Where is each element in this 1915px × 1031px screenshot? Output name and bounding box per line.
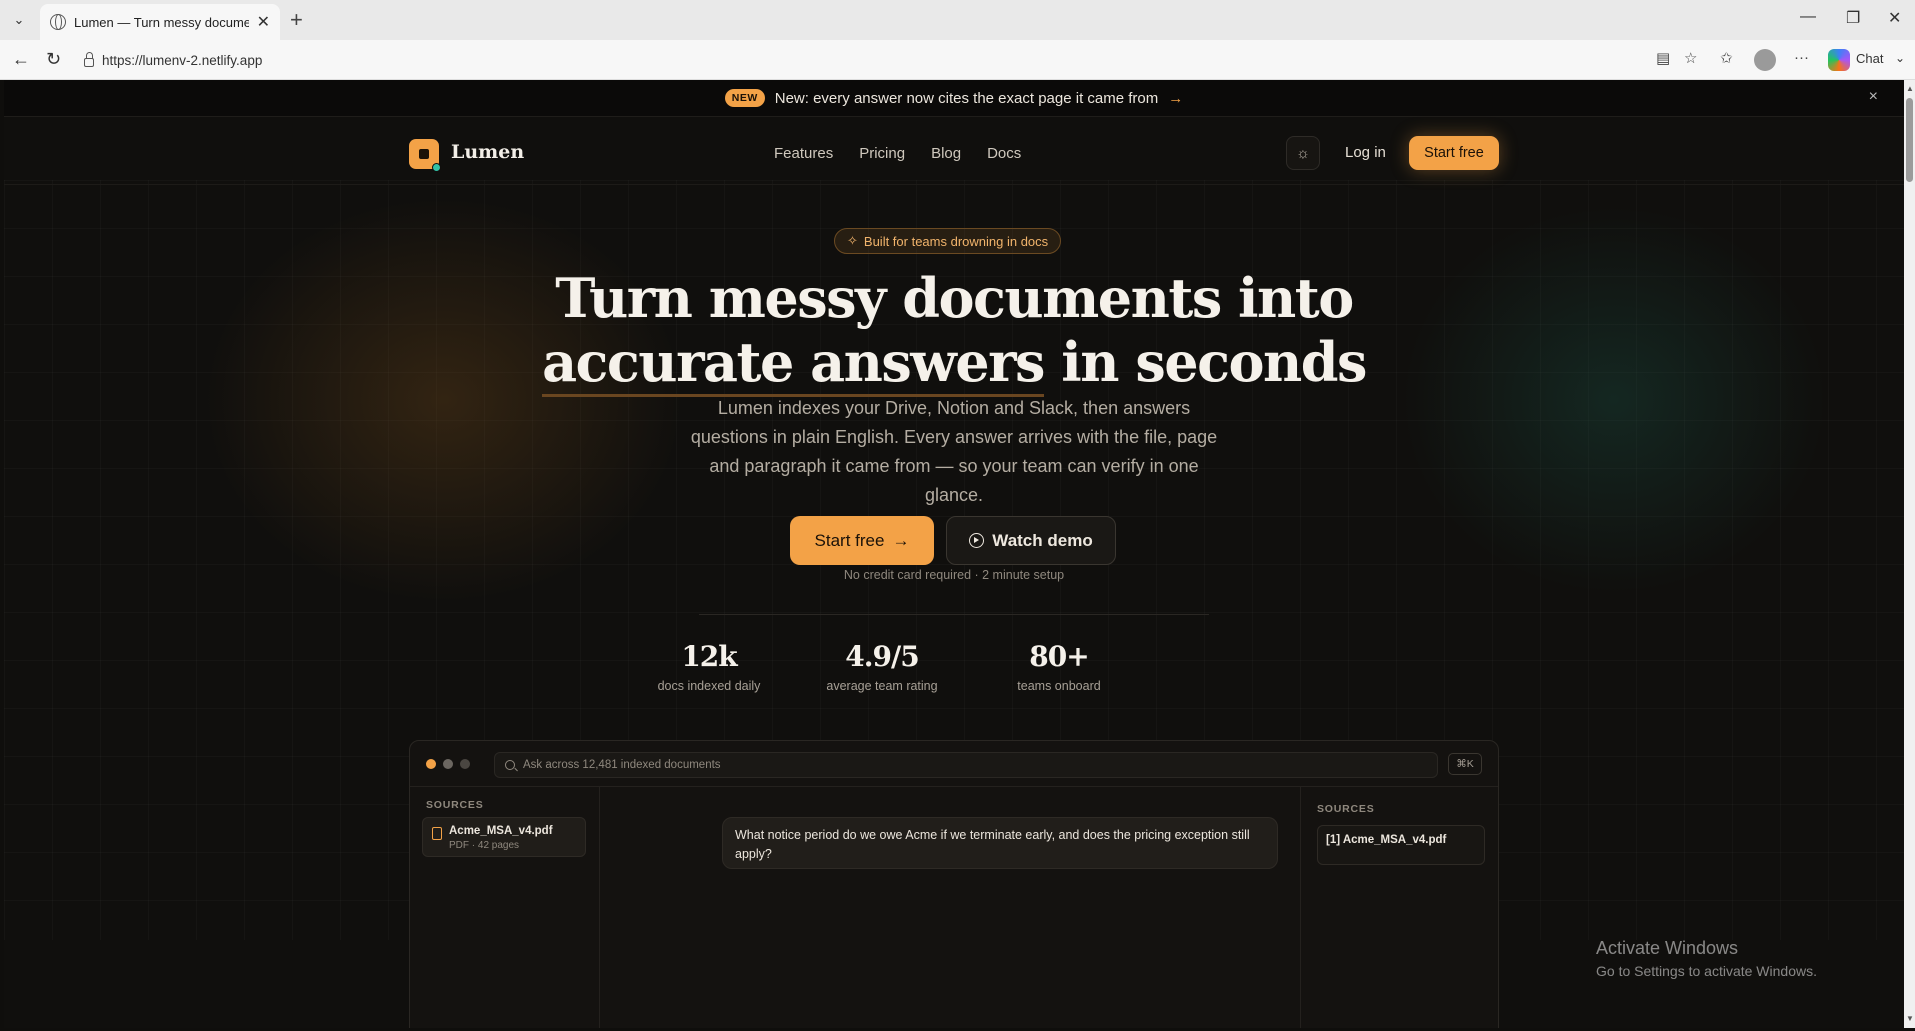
- browser-tab-strip: ⌄ Lumen — Turn messy documents into accu…: [0, 0, 1915, 40]
- preview-search-placeholder: Ask across 12,481 indexed documents: [523, 759, 721, 771]
- tab-title: Lumen — Turn messy documents into accura…: [74, 14, 249, 30]
- window-close-icon[interactable]: ✕: [1888, 8, 1901, 28]
- globe-icon: [50, 14, 66, 30]
- tab-list-chevron-icon[interactable]: ⌄: [6, 8, 32, 32]
- windows-activation-watermark: Activate Windows Go to Settings to activ…: [1596, 938, 1817, 979]
- document-icon: [432, 827, 442, 840]
- logo-status-dot: [432, 163, 441, 172]
- preview-search-input[interactable]: Ask across 12,481 indexed documents: [494, 752, 1438, 778]
- page-scrollbar[interactable]: ▲ ▼: [1904, 80, 1915, 1028]
- play-icon: [969, 533, 985, 548]
- start-free-label: Start free: [814, 530, 885, 550]
- reader-view-icon[interactable]: ▤: [1656, 49, 1670, 67]
- teal-glow: [1384, 190, 1844, 610]
- app-preview: Ask across 12,481 indexed documents ⌘K S…: [409, 740, 1499, 1028]
- activation-subtitle: Go to Settings to activate Windows.: [1596, 963, 1817, 979]
- window-dot-amber: [426, 759, 436, 769]
- restore-icon[interactable]: ❐: [1846, 8, 1860, 28]
- url-text: https://lumenv-2.netlify.app: [102, 52, 263, 68]
- browser-tab[interactable]: Lumen — Turn messy documents into accura…: [40, 4, 280, 40]
- more-menu-icon[interactable]: ···: [1794, 49, 1809, 66]
- back-arrow-icon[interactable]: ←: [12, 48, 30, 70]
- stat-label: average team rating: [826, 679, 938, 693]
- window-dot-dark: [460, 759, 470, 769]
- hero-title-highlight: accurate answers: [542, 330, 1045, 397]
- hero-pill-text: Built for teams drowning in docs: [863, 233, 1049, 249]
- sun-icon: ☼: [1296, 144, 1310, 162]
- stat-label: teams onboard: [1017, 679, 1101, 693]
- favorite-star-icon[interactable]: ☆: [1684, 49, 1697, 67]
- shortcut-badge: ⌘K: [1448, 753, 1482, 775]
- preview-citations-panel: SOURCES [1] Acme_MSA_v4.pdf: [1300, 787, 1500, 1028]
- lock-icon: [84, 51, 94, 67]
- stat-docs: 12k docs indexed daily: [634, 640, 784, 693]
- search-icon: [505, 760, 515, 770]
- favorites-list-icon[interactable]: ✩: [1720, 49, 1733, 67]
- hero-title-line2: in seconds: [1043, 330, 1367, 394]
- new-tab-plus-icon[interactable]: +: [290, 8, 303, 32]
- minimize-icon[interactable]: —: [1800, 8, 1816, 26]
- hero-title-line1: Turn messy documents into: [555, 266, 1354, 330]
- announcement-text[interactable]: New: every answer now cites the exact pa…: [775, 90, 1159, 107]
- scroll-up-icon[interactable]: ▲: [1906, 84, 1914, 93]
- arrow-right-icon: →: [1168, 89, 1184, 107]
- nav-start-free-button[interactable]: Start free: [1409, 136, 1499, 170]
- login-link[interactable]: Log in: [1345, 144, 1386, 161]
- site-nav: Lumen Features Pricing Blog Docs ☼ Log i…: [4, 117, 1904, 185]
- address-bar[interactable]: https://lumenv-2.netlify.app: [78, 46, 1638, 74]
- new-badge: NEW: [724, 89, 765, 107]
- brand-name[interactable]: Lumen: [451, 141, 524, 163]
- nav-link-features[interactable]: Features: [774, 145, 833, 162]
- nav-link-pricing[interactable]: Pricing: [859, 145, 905, 162]
- profile-avatar[interactable]: [1754, 49, 1776, 71]
- hero-pill: ✧ Built for teams drowning in docs: [834, 228, 1062, 254]
- scroll-down-icon[interactable]: ▼: [1906, 1014, 1914, 1023]
- start-free-button[interactable]: Start free →: [790, 516, 934, 565]
- source-name: Acme_MSA_v4.pdf: [449, 825, 553, 837]
- stat-label: docs indexed daily: [657, 679, 761, 693]
- app-preview-titlebar: Ask across 12,481 indexed documents ⌘K: [410, 741, 1498, 787]
- citations-heading: SOURCES: [1317, 803, 1375, 815]
- source-item[interactable]: Acme_MSA_v4.pdf PDF · 42 pages: [422, 817, 586, 857]
- reload-icon[interactable]: ↻: [46, 48, 61, 70]
- sources-heading: SOURCES: [426, 799, 484, 811]
- scroll-thumb[interactable]: [1906, 98, 1913, 182]
- sparkle-icon: ✧: [847, 233, 858, 248]
- chat-label[interactable]: Chat: [1856, 51, 1883, 66]
- nav-link-blog[interactable]: Blog: [931, 145, 961, 162]
- page-viewport: NEW New: every answer now cites the exac…: [4, 80, 1904, 1028]
- stat-teams: 80+ teams onboard: [984, 640, 1134, 693]
- stat-value: 80+: [1029, 640, 1089, 673]
- watch-demo-label: Watch demo: [992, 530, 1093, 550]
- source-meta: PDF · 42 pages: [449, 840, 520, 851]
- copilot-icon[interactable]: [1828, 49, 1850, 71]
- hero-subtitle: Lumen indexes your Drive, Notion and Sla…: [690, 398, 1218, 505]
- theme-toggle-button[interactable]: ☼: [1286, 136, 1320, 170]
- tab-close-icon[interactable]: ✕: [257, 12, 270, 32]
- arrow-right-icon: →: [892, 530, 910, 550]
- stat-value: 4.9/5: [845, 640, 919, 673]
- preview-sources-panel: SOURCES Acme_MSA_v4.pdf PDF · 42 pages: [410, 787, 600, 1028]
- window-dot-gray: [443, 759, 453, 769]
- question-bubble: What notice period do we owe Acme if we …: [722, 817, 1278, 869]
- nav-links: Features Pricing Blog Docs: [774, 145, 1021, 162]
- browser-toolbar: ← ↻ https://lumenv-2.netlify.app ▤ ☆ ✩ ·…: [0, 40, 1915, 80]
- announcement-close-icon[interactable]: ×: [1869, 88, 1878, 106]
- citation-item[interactable]: [1] Acme_MSA_v4.pdf: [1317, 825, 1485, 865]
- hero-title: Turn messy documents into accurate answe…: [454, 266, 1454, 397]
- watch-demo-button[interactable]: Watch demo: [946, 516, 1116, 565]
- fine-print: No credit card required · 2 minute setup: [843, 568, 1065, 582]
- activation-title: Activate Windows: [1596, 938, 1739, 958]
- announcement-bar[interactable]: NEW New: every answer now cites the exac…: [4, 80, 1904, 117]
- amber-glow: [184, 180, 704, 620]
- divider: [699, 614, 1209, 615]
- chevron-down-icon[interactable]: ⌄: [1895, 51, 1905, 65]
- nav-link-docs[interactable]: Docs: [987, 145, 1021, 162]
- stat-value: 12k: [681, 640, 737, 673]
- stat-rating: 4.9/5 average team rating: [807, 640, 957, 693]
